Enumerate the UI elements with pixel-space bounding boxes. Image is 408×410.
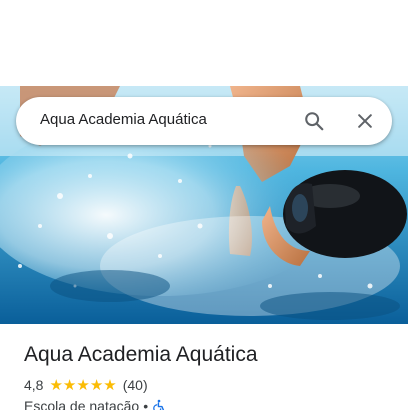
search-input[interactable]: Aqua Academia Aquática xyxy=(40,111,207,128)
place-category: Escola de natação xyxy=(24,398,140,410)
star-icon: ★ xyxy=(76,376,90,394)
search-icon xyxy=(305,112,324,131)
search-box[interactable]: Aqua Academia Aquática xyxy=(16,97,392,145)
category-row: Escola de natação • xyxy=(24,398,166,410)
rating-value: 4,8 xyxy=(24,377,44,393)
review-count[interactable]: (40) xyxy=(123,377,148,393)
star-icon: ★ xyxy=(89,376,104,394)
search-button[interactable] xyxy=(298,105,330,137)
rating-row[interactable]: 4,8 ★ ★ ★ ★ ★ (40) xyxy=(24,377,148,393)
close-button[interactable] xyxy=(349,105,381,137)
place-title: Aqua Academia Aquática xyxy=(24,343,258,366)
star-icon: ★ xyxy=(49,376,63,394)
wheelchair-accessible-icon xyxy=(153,399,165,410)
star-icon: ★ xyxy=(103,376,117,394)
star-icon: ★ xyxy=(62,376,77,394)
close-icon xyxy=(358,114,372,128)
separator-dot: • xyxy=(143,398,149,410)
place-panel: Aqua Academia Aquática Aqua Academia Aqu… xyxy=(0,0,408,410)
star-rating: ★ ★ ★ ★ ★ xyxy=(49,376,117,394)
